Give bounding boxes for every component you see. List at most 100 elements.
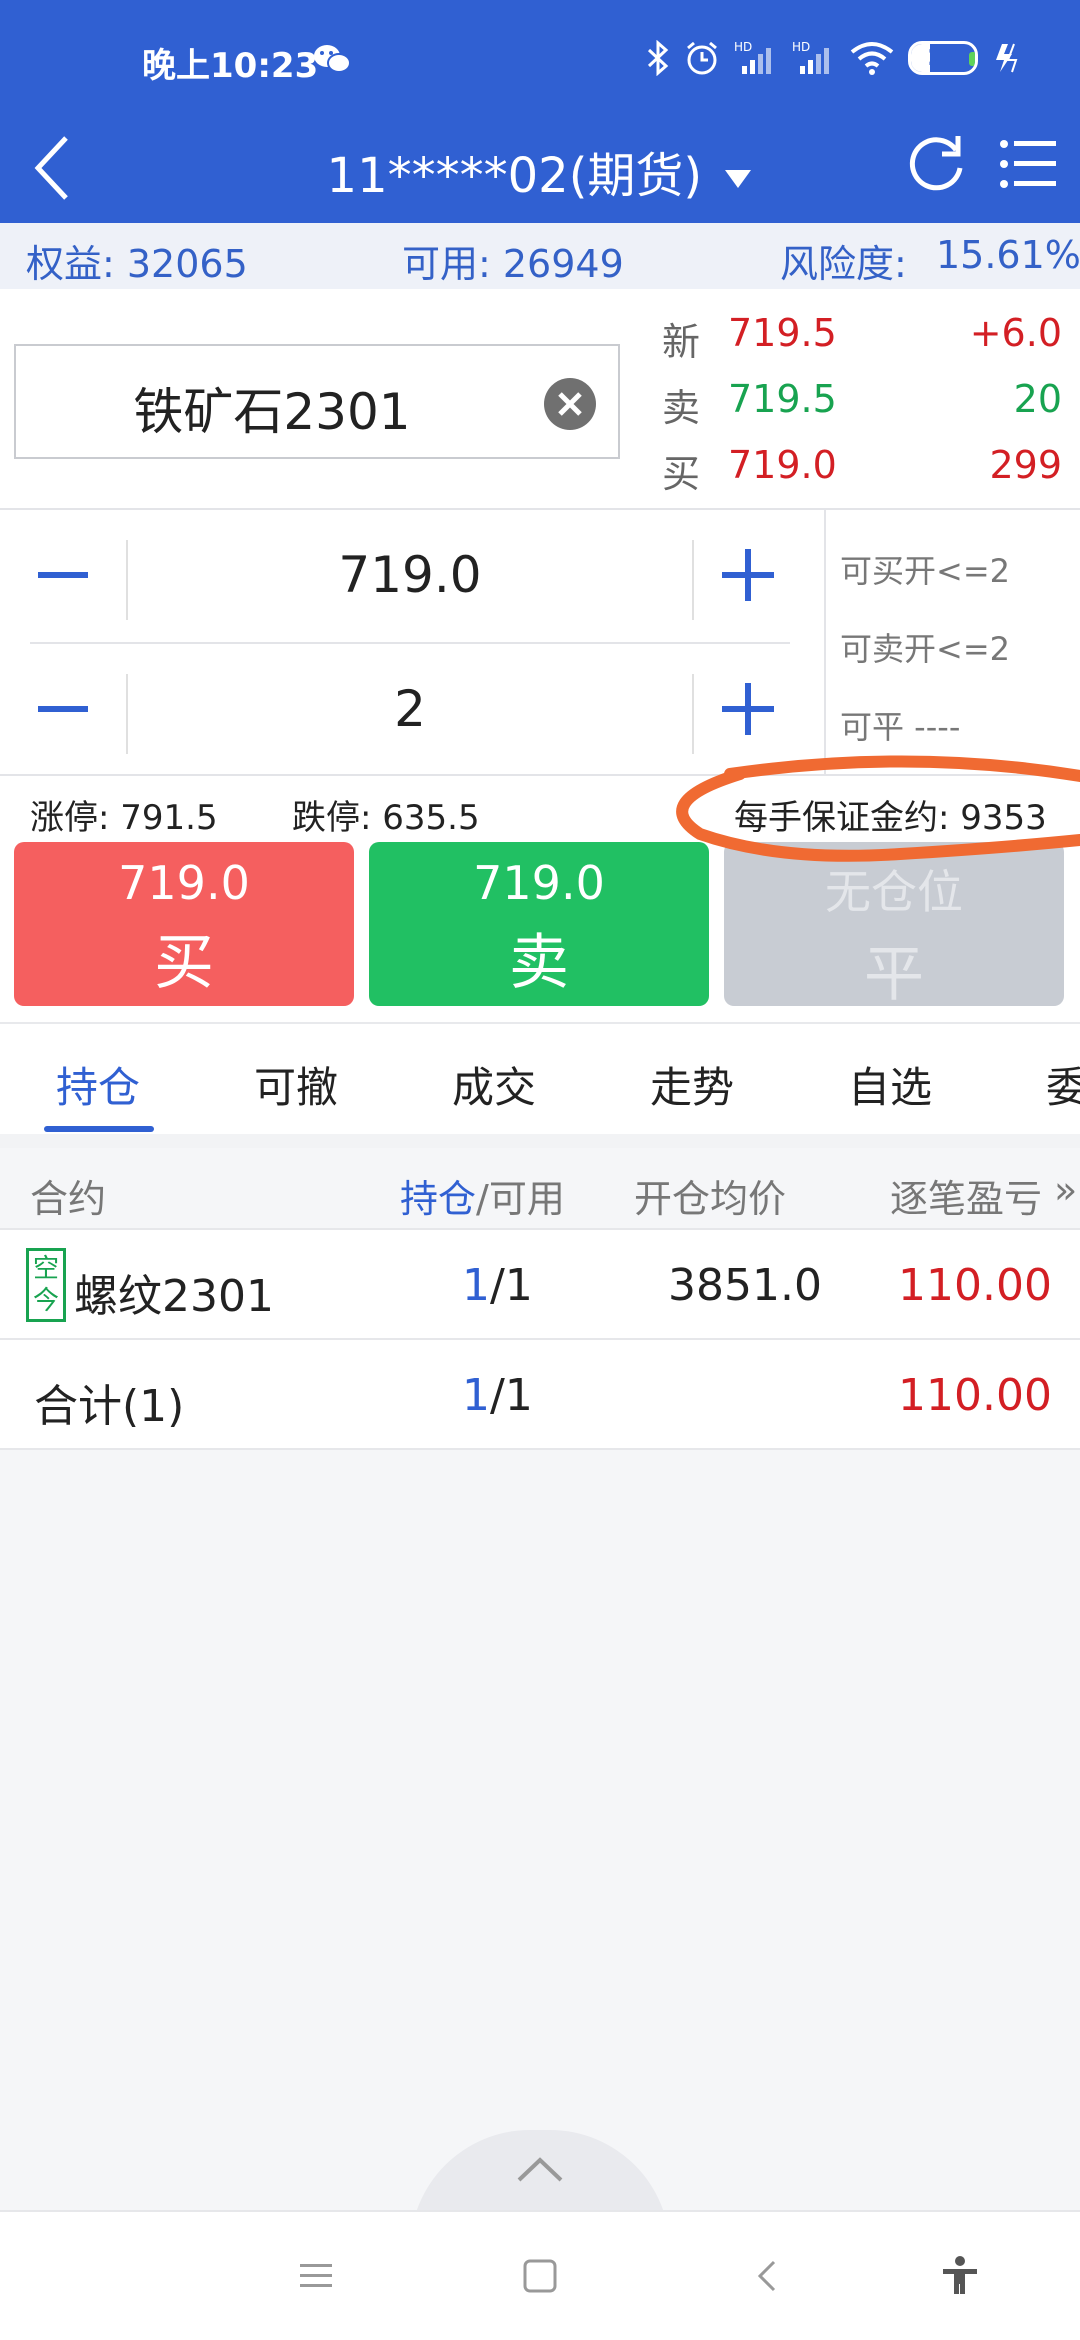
col-contract: 合约 [30, 1177, 107, 1221]
system-nav-bar [0, 2210, 1080, 2340]
nav-back-icon[interactable] [748, 2256, 788, 2296]
row-position: 1/1 [462, 1260, 533, 1311]
battery-level: 29 [927, 45, 959, 71]
can-close: 可平 ---- [840, 708, 961, 746]
price-plus-button[interactable] [694, 510, 790, 640]
quote-bid: 买 719.0 299 [662, 443, 1062, 503]
quote-panel: 铁矿石2301 新 719.5 +6.0 卖 719.5 20 买 719.0 … [0, 289, 1080, 510]
sell-label: 卖 [509, 928, 569, 998]
tab-orders[interactable]: 委 [1046, 1054, 1080, 1115]
status-bar: 晚上10:23 HD HD 29 [0, 0, 1080, 120]
limit-down: 跌停: 635.5 [292, 798, 480, 838]
price-input[interactable]: 719.0 [130, 546, 690, 604]
menu-list-icon[interactable] [998, 134, 1058, 194]
symbol-name: 铁矿石2301 [133, 383, 411, 441]
equity: 权益: 32065 [26, 242, 248, 286]
col-avg-price: 开仓均价 [634, 1177, 787, 1221]
can-buy-open: 可买开<=2 [840, 552, 1010, 590]
signal-hd-icon-2: HD [792, 40, 829, 74]
sell-price: 719.0 [473, 856, 605, 910]
buy-label: 买 [154, 928, 214, 998]
caret-down-icon [725, 170, 752, 188]
total-pnl: 110.00 [898, 1370, 1052, 1421]
signal-hd-icon: HD [734, 40, 771, 74]
price-minus-button[interactable] [30, 510, 126, 640]
home-icon[interactable] [520, 2256, 560, 2296]
risk-value: 15.61% [936, 233, 1080, 277]
quote-last-price: 719.5 [728, 311, 837, 355]
total-available-value: /1 [490, 1370, 533, 1421]
quote-ask: 卖 719.5 20 [662, 377, 1062, 437]
margin-per-lot: 每手保证金约: 9353 [734, 798, 1047, 838]
recent-apps-icon[interactable] [296, 2256, 336, 2296]
active-tab-indicator [44, 1126, 154, 1132]
wifi-icon [850, 42, 894, 75]
direction-tag: 空 今 [26, 1248, 66, 1322]
quote-last-label: 新 [662, 320, 701, 364]
quantity-input[interactable]: 2 [130, 680, 690, 738]
row-available-value: /1 [490, 1260, 533, 1311]
close-status: 无仓位 [825, 865, 963, 919]
tab-trend[interactable]: 走势 [650, 1054, 734, 1115]
refresh-icon[interactable] [906, 130, 968, 196]
price-limits: 涨停: 791.5 跌停: 635.5 每手保证金约: 9353 [0, 776, 1080, 842]
total-position: 1/1 [462, 1370, 533, 1421]
symbol-input[interactable]: 铁矿石2301 [14, 344, 620, 459]
risk-label: 风险度: [780, 242, 907, 286]
tab-bar: 持仓 可撤 成交 走势 自选 委 [0, 1022, 1080, 1134]
col-pnl: 逐笔盈亏 [890, 1177, 1043, 1221]
svg-text:HD: HD [792, 40, 810, 54]
available-funds: 可用: 26949 [402, 242, 624, 286]
quantity-plus-button[interactable] [694, 644, 790, 774]
quote-bid-label: 买 [662, 452, 701, 496]
table-header: 合约 持仓/可用 开仓均价 逐笔盈亏 » [0, 1148, 1080, 1230]
tag-today: 今 [32, 1286, 59, 1316]
col-more[interactable]: » [1054, 1168, 1077, 1212]
quote-last: 新 719.5 +6.0 [662, 311, 1062, 371]
total-row: 合计(1) 1/1 110.00 [0, 1340, 1080, 1450]
close-label: 平 [864, 940, 924, 1010]
quote-ask-label: 卖 [662, 386, 701, 430]
sell-button[interactable]: 719.0 卖 [369, 842, 709, 1006]
quantity-minus-button[interactable] [30, 644, 126, 774]
can-sell-open: 可卖开<=2 [840, 630, 1010, 668]
bluetooth-icon [647, 40, 669, 76]
clear-icon[interactable] [542, 376, 598, 432]
tag-short: 空 [32, 1254, 59, 1284]
col-available-label: /可用 [476, 1177, 565, 1221]
buy-price: 719.0 [118, 856, 250, 910]
quote-ask-price: 719.5 [728, 377, 837, 421]
order-entry: 719.0 2 可买开<=2 可卖开<=2 可平 ---- [0, 510, 1080, 776]
section-gap [0, 1134, 1080, 1148]
row-contract: 螺纹2301 [74, 1271, 274, 1322]
divider [824, 510, 826, 776]
col-position-label: 持仓 [400, 1177, 477, 1221]
status-time: 晚上10:23 [142, 46, 319, 86]
charging-icon [996, 43, 1018, 73]
wechat-icon [314, 45, 351, 73]
col-position[interactable]: 持仓/可用 [400, 1168, 565, 1223]
buy-button[interactable]: 719.0 买 [14, 842, 354, 1006]
close-position-button[interactable]: 无仓位 平 [724, 842, 1064, 1010]
accessibility-icon[interactable] [938, 2254, 982, 2298]
quote-bid-volume: 299 [989, 443, 1062, 487]
total-label: 合计(1) [34, 1381, 185, 1432]
quantity-stepper: 2 [30, 644, 790, 774]
table-row[interactable]: 空 今 螺纹2301 1/1 3851.0 110.00 [0, 1230, 1080, 1340]
tab-watchlist[interactable]: 自选 [848, 1054, 932, 1115]
account-title: 11*****02(期货) [326, 148, 703, 204]
limit-up: 涨停: 791.5 [30, 798, 218, 838]
price-stepper: 719.0 [30, 510, 790, 640]
battery-indicator: 29 [908, 41, 978, 75]
alarm-icon [687, 41, 717, 75]
account-summary: 权益: 32065 可用: 26949 风险度: 15.61% [0, 223, 1080, 289]
quote-bid-price: 719.0 [728, 443, 837, 487]
total-position-value: 1 [462, 1370, 490, 1421]
tab-cancelable[interactable]: 可撤 [254, 1054, 338, 1115]
tab-trades[interactable]: 成交 [452, 1054, 536, 1115]
tab-positions[interactable]: 持仓 [56, 1054, 140, 1115]
svg-text:HD: HD [734, 40, 752, 54]
quote-ask-volume: 20 [1013, 377, 1062, 421]
trade-actions: 719.0 买 719.0 卖 无仓位 平 [0, 842, 1080, 1022]
chevron-up-icon [517, 2157, 563, 2182]
